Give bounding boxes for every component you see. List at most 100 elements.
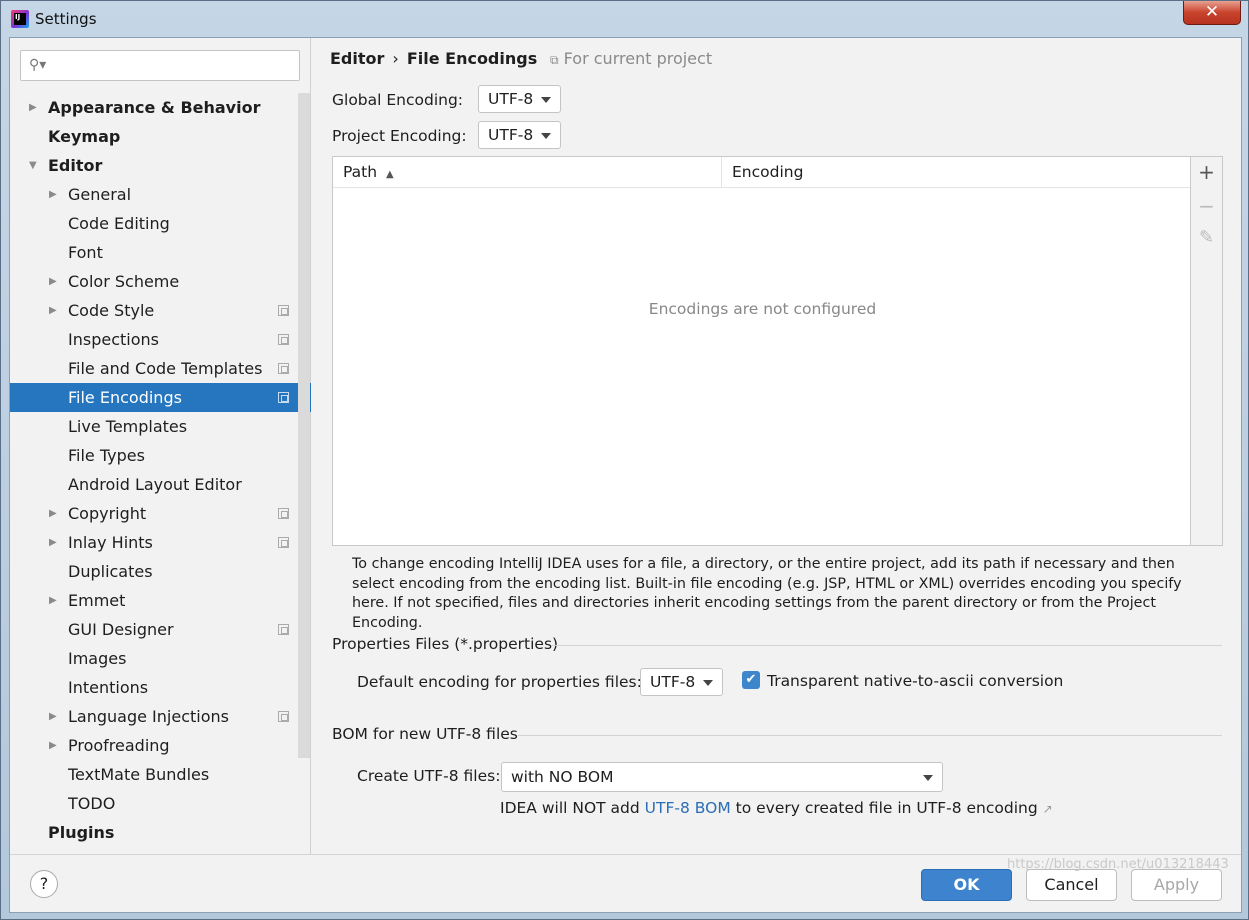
sidebar-item-live-templates[interactable]: Live Templates [10,412,311,441]
collapsed-arrow-icon[interactable]: ▶ [49,267,57,296]
collapsed-arrow-icon[interactable]: ▶ [29,93,37,122]
close-window-button[interactable]: ✕ [1183,1,1241,25]
sidebar-item-label: File Encodings [68,388,182,407]
edit-icon[interactable]: ✎ [1191,227,1222,248]
sidebar-item-label: GUI Designer [68,620,174,639]
sidebar-item-file-and-code-templates[interactable]: File and Code Templates [10,354,311,383]
sidebar-item-font[interactable]: Font [10,238,311,267]
global-encoding-label: Global Encoding: [332,91,464,109]
sidebar-item-label: Appearance & Behavior [48,98,261,117]
sidebar-item-inspections[interactable]: Inspections [10,325,311,354]
sidebar-item-label: Emmet [68,591,126,610]
sidebar-item-file-types[interactable]: File Types [10,441,311,470]
section-divider [552,645,1222,646]
properties-encoding-select[interactable]: UTF-8 [640,668,723,696]
cancel-button[interactable]: Cancel [1026,869,1117,901]
sidebar-item-label: Images [68,649,127,668]
apply-button[interactable]: Apply [1131,869,1222,901]
chevron-down-icon [541,133,551,139]
sidebar-item-inlay-hints[interactable]: ▶ Inlay Hints [10,528,311,557]
collapsed-arrow-icon[interactable]: ▶ [49,499,57,528]
sidebar-item-duplicates[interactable]: Duplicates [10,557,311,586]
settings-window: IJ Settings ✕ ⚲▾ ▶ Appearance & Behavior K… [0,0,1249,920]
sidebar-item-plugins[interactable]: Plugins [10,818,311,847]
help-button[interactable]: ? [30,870,58,898]
collapsed-arrow-icon[interactable]: ▶ [49,586,57,615]
sidebar-item-todo[interactable]: TODO [10,789,311,818]
create-utf8-select[interactable]: with NO BOM [501,762,943,792]
properties-default-encoding-label: Default encoding for properties files: [357,673,642,691]
sidebar-item-copyright[interactable]: ▶ Copyright [10,499,311,528]
sidebar-item-label: TextMate Bundles [68,765,210,784]
sidebar-item-label: Code Editing [68,214,170,233]
collapsed-arrow-icon[interactable]: ▶ [49,180,57,209]
project-scope-icon [278,363,289,374]
sidebar-item-label: Inspections [68,330,159,349]
scope-note: ⧉ For current project [550,49,712,68]
utf8-bom-link[interactable]: UTF-8 BOM [645,799,731,817]
project-scope-icon [278,508,289,519]
encodings-table[interactable]: Path ▲ Encoding Encodings are not config… [332,156,1191,546]
sidebar-item-label: Android Layout Editor [68,475,242,494]
breadcrumb-parent: Editor [330,49,385,68]
sidebar-scrollbar[interactable] [298,93,310,758]
sidebar-item-general[interactable]: ▶ General [10,180,311,209]
sidebar-item-label: Proofreading [68,736,170,755]
encoding-help-text: To change encoding IntelliJ IDEA uses fo… [352,556,1182,631]
sidebar-item-label: File and Code Templates [68,359,263,378]
sidebar-item-intentions[interactable]: Intentions [10,673,311,702]
remove-icon[interactable]: − [1191,194,1222,218]
sort-ascending-icon: ▲ [386,169,394,180]
sidebar-item-label: Inlay Hints [68,533,153,552]
file-encodings-panel: Editor › File Encodings ⧉ For current proj… [312,38,1241,854]
sidebar-item-code-style[interactable]: ▶ Code Style [10,296,311,325]
sidebar-item-file-encodings[interactable]: File Encodings [10,383,311,412]
scope-note-text: For current project [563,49,713,68]
sidebar-item-code-editing[interactable]: Code Editing [10,209,311,238]
close-icon: ✕ [1204,2,1220,22]
column-header-path[interactable]: Path ▲ [333,157,722,188]
search-icon: ⚲▾ [29,57,47,73]
expanded-arrow-icon[interactable]: ▼ [29,151,37,180]
global-encoding-select[interactable]: UTF-8 [478,85,561,113]
sidebar-item-label: Plugins [48,823,115,842]
sidebar-item-color-scheme[interactable]: ▶ Color Scheme [10,267,311,296]
project-encoding-label: Project Encoding: [332,127,467,145]
sidebar-item-label: Color Scheme [68,272,180,291]
chevron-down-icon [703,680,713,686]
sidebar-item-appearance-behavior[interactable]: ▶ Appearance & Behavior [10,93,311,122]
encoding-column-label: Encoding [732,163,804,181]
project-scope-icon [278,711,289,722]
sidebar-item-keymap[interactable]: Keymap [10,122,311,151]
add-icon[interactable]: + [1191,160,1222,184]
column-header-encoding[interactable]: Encoding [722,157,1190,188]
sidebar-item-android-layout-editor[interactable]: Android Layout Editor [10,470,311,499]
collapsed-arrow-icon[interactable]: ▶ [49,702,57,731]
collapsed-arrow-icon[interactable]: ▶ [49,528,57,557]
sidebar-item-label: Intentions [68,678,149,697]
project-encoding-select[interactable]: UTF-8 [478,121,561,149]
project-encoding-value: UTF-8 [488,126,534,144]
sidebar-item-textmate-bundles[interactable]: TextMate Bundles [10,760,311,789]
sidebar-item-label: Live Templates [68,417,188,436]
sidebar-item-label: TODO [68,794,116,813]
collapsed-arrow-icon[interactable]: ▶ [49,731,57,760]
project-scope-icon [278,334,289,345]
sidebar-item-images[interactable]: Images [10,644,311,673]
create-utf8-label: Create UTF-8 files: [357,767,501,785]
search-input[interactable]: ⚲▾ [20,50,300,81]
table-empty-message: Encodings are not configured [648,300,877,318]
project-scope-icon [278,392,289,403]
sidebar-item-proofreading[interactable]: ▶ Proofreading [10,731,311,760]
dialog-client: ⚲▾ ▶ Appearance & Behavior Keymap ▼ Editor ▶ G… [9,37,1242,913]
native-to-ascii-checkbox[interactable]: ✔ [742,671,760,689]
title-bar: IJ Settings ✕ [1,1,1248,37]
sidebar-item-language-injections[interactable]: ▶ Language Injections [10,702,311,731]
native-to-ascii-label[interactable]: Transparent native-to-ascii conversion [767,672,1063,690]
sidebar-item-emmet[interactable]: ▶ Emmet [10,586,311,615]
sidebar-item-gui-designer[interactable]: GUI Designer [10,615,311,644]
ok-button[interactable]: OK [921,869,1012,901]
collapsed-arrow-icon[interactable]: ▶ [49,296,57,325]
table-toolbar: + − ✎ [1191,156,1223,546]
sidebar-item-editor[interactable]: ▼ Editor [10,151,311,180]
